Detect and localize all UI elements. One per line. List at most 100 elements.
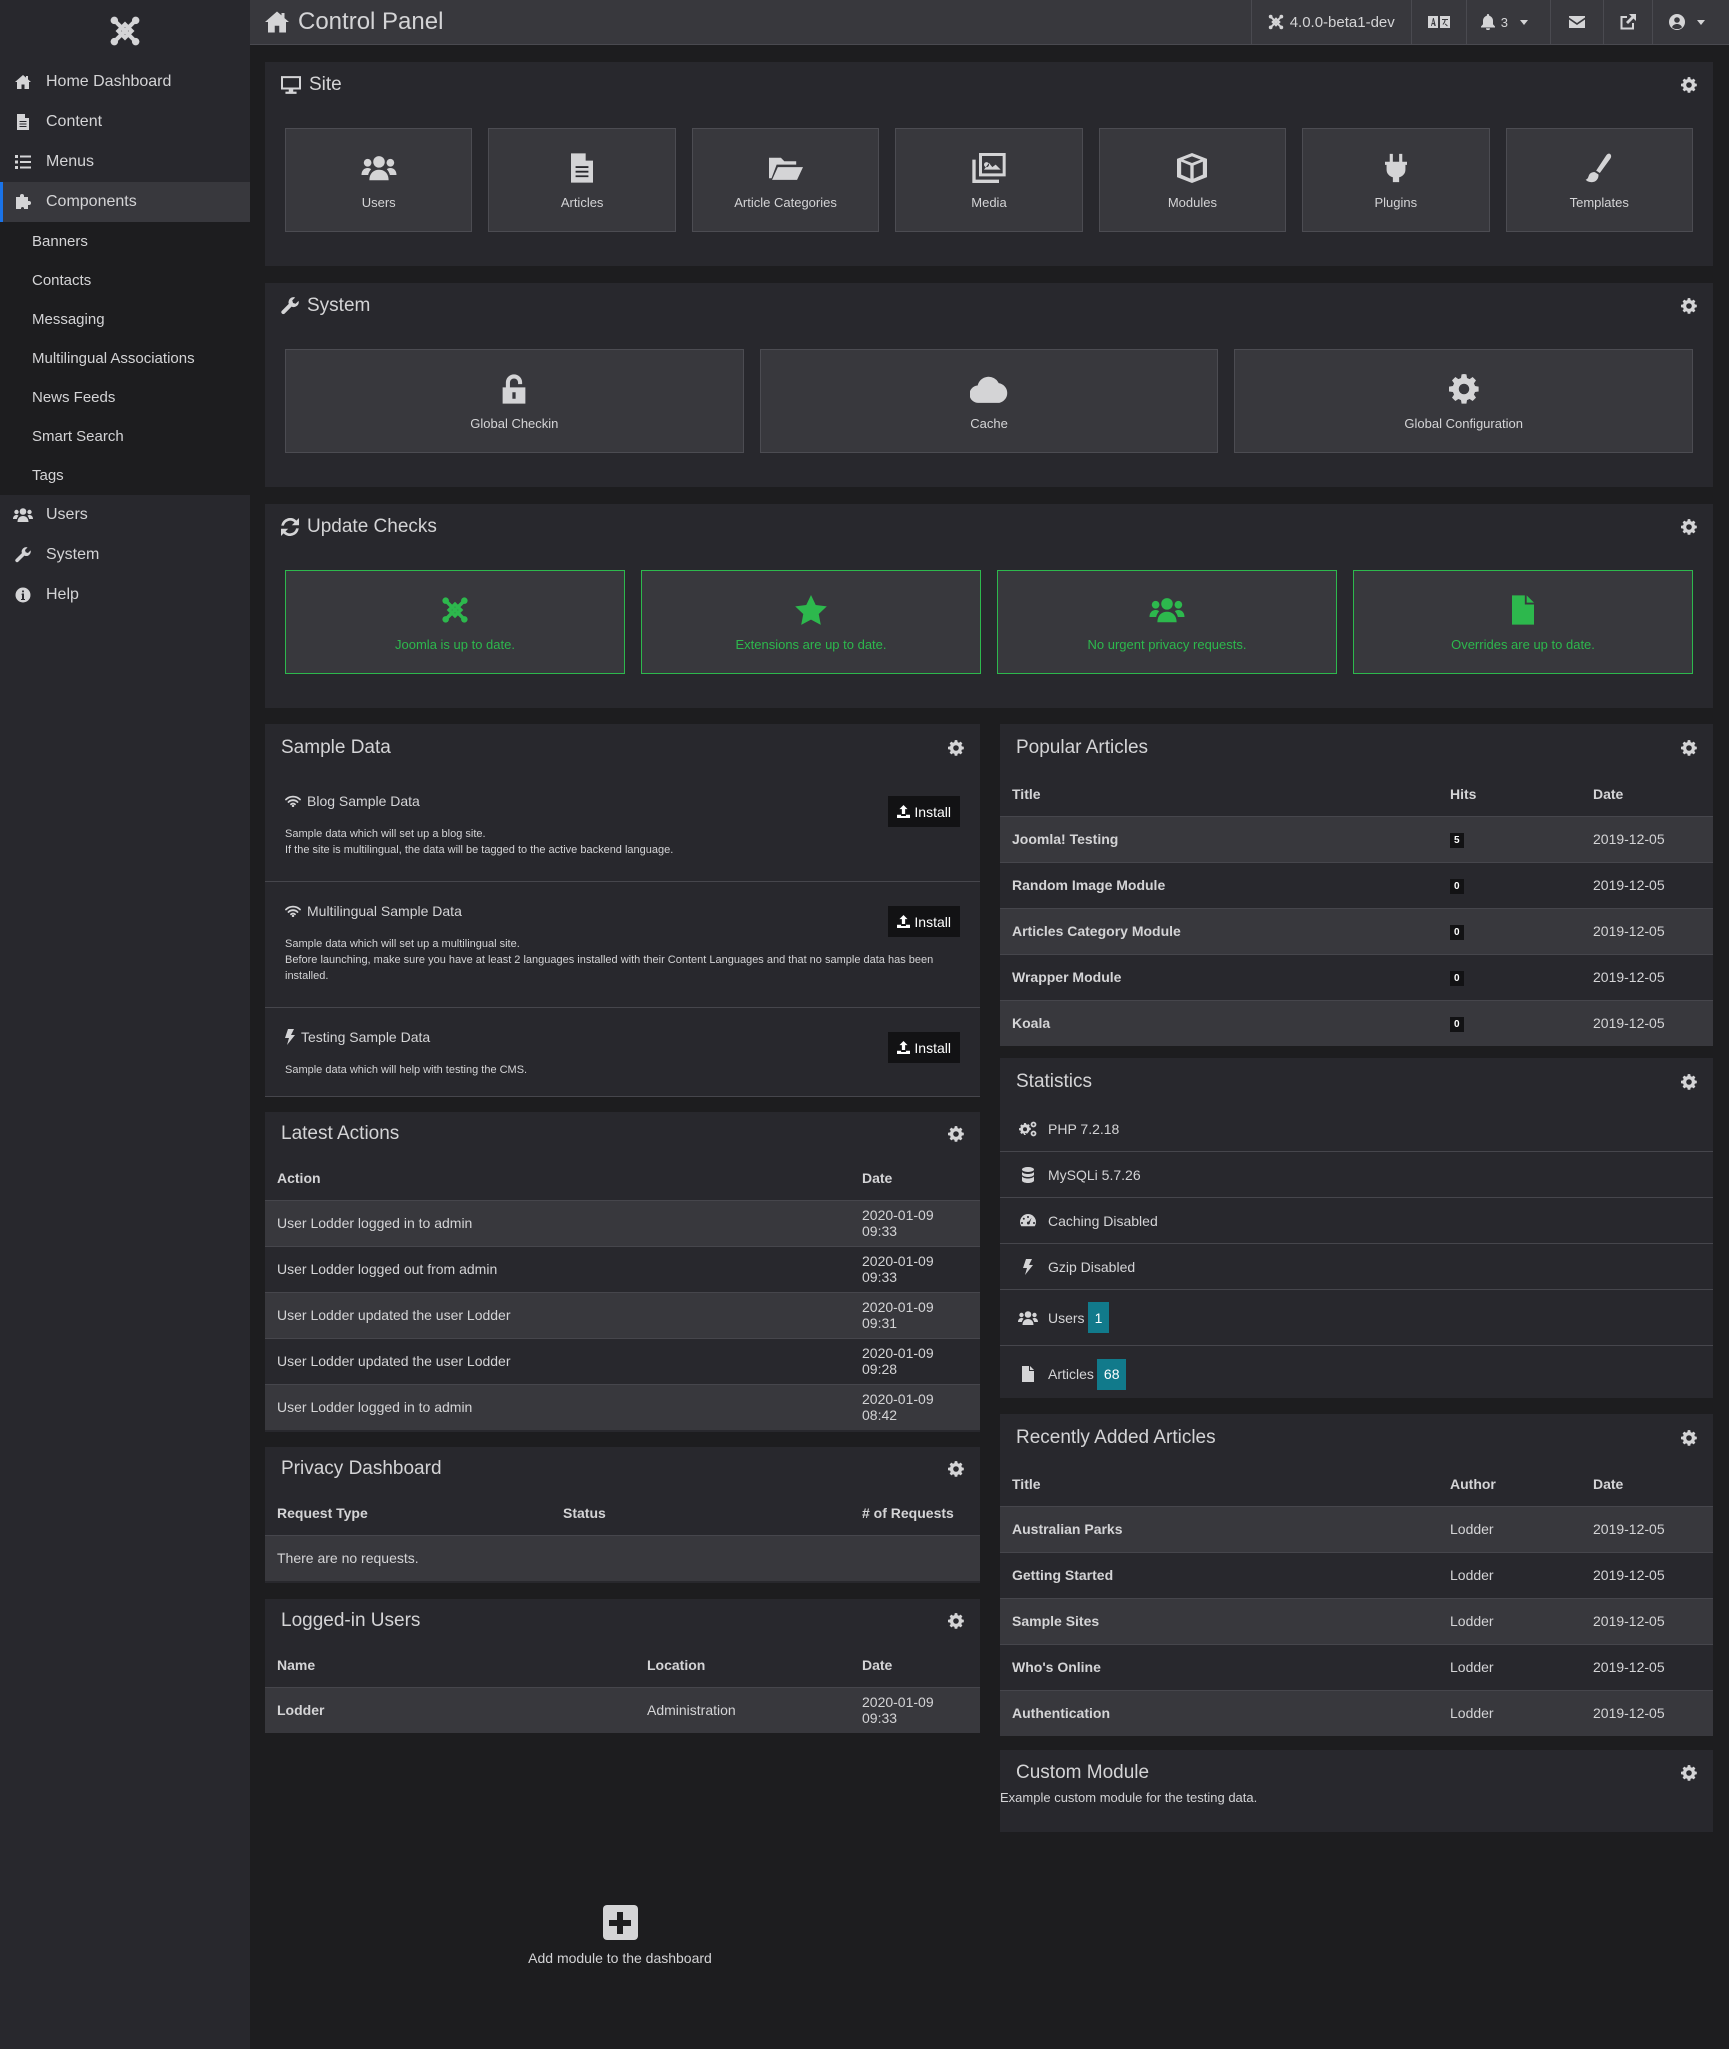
submenu-item-smart-search[interactable]: Smart Search: [0, 417, 250, 456]
date-cell: 2019-12-05: [1581, 1644, 1713, 1691]
user-menu-dropdown[interactable]: [1652, 0, 1729, 45]
privacy-table: Request Type Status # of Requests There …: [265, 1491, 980, 1581]
tile-cache[interactable]: Cache: [759, 349, 1219, 453]
column-header: Author: [1438, 1462, 1581, 1507]
column-header: Action: [265, 1156, 850, 1201]
tile-privacy-status[interactable]: No urgent privacy requests.: [997, 570, 1337, 674]
database-icon: [1018, 1167, 1038, 1183]
tile-global-configuration[interactable]: Global Configuration: [1234, 349, 1694, 453]
title-cell[interactable]: Articles Category Module: [1000, 908, 1438, 955]
sidebar-item-components[interactable]: Components: [0, 182, 250, 222]
sidebar-item-users[interactable]: Users: [0, 495, 250, 535]
submenu-item-contacts[interactable]: Contacts: [0, 261, 250, 300]
module-title: Recently Added Articles: [1016, 1427, 1216, 1448]
count-badge: 68: [1096, 1358, 1127, 1390]
user-circle-icon: [1669, 14, 1685, 30]
submenu-item-banners[interactable]: Banners: [0, 222, 250, 261]
install-button[interactable]: Install: [888, 906, 960, 937]
action-cell: User Lodder logged in to admin: [265, 1200, 850, 1247]
hits-cell: 0: [1438, 1000, 1581, 1046]
sidebar-item-help[interactable]: Help: [0, 575, 250, 615]
list-icon: [12, 154, 34, 170]
file-icon: [571, 151, 593, 185]
tile-modules[interactable]: Modules: [1098, 128, 1287, 232]
gear-icon[interactable]: [1681, 77, 1697, 93]
module-title: Privacy Dashboard: [281, 1458, 442, 1479]
title-cell[interactable]: Joomla! Testing: [1000, 816, 1438, 863]
gear-icon[interactable]: [948, 1613, 964, 1629]
info-icon: [12, 587, 34, 603]
tile-templates[interactable]: Templates: [1505, 128, 1693, 232]
tile-article-categories[interactable]: Article Categories: [691, 128, 880, 232]
upload-icon: [897, 1041, 910, 1054]
joomla-logo[interactable]: [0, 0, 250, 62]
gear-icon[interactable]: [1681, 298, 1697, 314]
table-row: Who's Online Lodder 2019-12-05: [1000, 1644, 1713, 1691]
sidebar-item-menus[interactable]: Menus: [0, 142, 250, 182]
table-row: User Lodder updated the user Lodder 2020-…: [265, 1292, 980, 1339]
upload-icon: [897, 805, 910, 818]
tile-articles[interactable]: Articles: [488, 128, 676, 232]
title-cell[interactable]: Authentication: [1000, 1690, 1438, 1736]
gear-icon[interactable]: [948, 1126, 964, 1142]
title-cell[interactable]: Getting Started: [1000, 1552, 1438, 1599]
submenu-item-tags[interactable]: Tags: [0, 456, 250, 495]
sample-data-item: Testing Sample Data Sample data which wi…: [265, 1008, 980, 1097]
tile-overrides-status[interactable]: Overrides are up to date.: [1353, 570, 1693, 674]
gear-icon[interactable]: [1681, 1430, 1697, 1446]
chevron-down-icon: [1697, 19, 1705, 25]
title-cell[interactable]: Sample Sites: [1000, 1598, 1438, 1645]
gear-icon[interactable]: [948, 1461, 964, 1477]
submenu-item-news-feeds[interactable]: News Feeds: [0, 378, 250, 417]
title-cell[interactable]: Random Image Module: [1000, 862, 1438, 909]
sidebar-item-system[interactable]: System: [0, 535, 250, 575]
tile-media[interactable]: Media: [895, 128, 1083, 232]
update-tiles: Joomla is up to date. Extensions are up …: [265, 550, 1713, 674]
install-button[interactable]: Install: [888, 1032, 960, 1063]
table-row: There are no requests.: [265, 1535, 980, 1581]
gear-icon[interactable]: [1681, 519, 1697, 535]
tile-global-checkin[interactable]: Global Checkin: [285, 349, 744, 453]
sidebar-item-home-dashboard[interactable]: Home Dashboard: [0, 62, 250, 102]
notifications-dropdown[interactable]: 3: [1465, 0, 1550, 45]
table-row: Random Image Module 0 2019-12-05: [1000, 862, 1713, 909]
sidebar-item-label: Users: [46, 506, 88, 523]
title-cell[interactable]: Australian Parks: [1000, 1506, 1438, 1553]
module-title: Custom Module: [1016, 1762, 1150, 1783]
title-cell[interactable]: Wrapper Module: [1000, 954, 1438, 1001]
title-cell[interactable]: Who's Online: [1000, 1644, 1438, 1691]
column-header: Date: [1581, 772, 1713, 817]
logged-in-users-table: Name Location Date Lodder Administration 2…: [265, 1643, 980, 1733]
install-button[interactable]: Install: [888, 796, 960, 827]
tile-plugins[interactable]: Plugins: [1302, 128, 1490, 232]
gear-icon[interactable]: [1681, 1765, 1697, 1781]
module-title: Update Checks: [281, 516, 437, 538]
tile-joomla-status[interactable]: Joomla is up to date.: [285, 570, 625, 674]
version-link[interactable]: 4.0.0-beta1-dev: [1250, 0, 1411, 45]
messages-button[interactable]: [1550, 0, 1603, 45]
sidebar: Home Dashboard Content Menus Components …: [0, 0, 250, 2049]
tile-extensions-status[interactable]: Extensions are up to date.: [641, 570, 981, 674]
privacy-dashboard-module: Privacy Dashboard Request Type Status # …: [265, 1447, 980, 1583]
gear-icon[interactable]: [1681, 1074, 1697, 1090]
name-cell[interactable]: Lodder: [265, 1687, 635, 1733]
logged-in-users-module: Logged-in Users Name Location Date Lodde…: [265, 1599, 980, 1733]
title-cell[interactable]: Koala: [1000, 1000, 1438, 1046]
multilingual-status-button[interactable]: [1410, 0, 1466, 45]
column-header: Date: [1581, 1462, 1713, 1507]
sidebar-item-content[interactable]: Content: [0, 102, 250, 142]
submenu-item-messaging[interactable]: Messaging: [0, 300, 250, 339]
gear-icon[interactable]: [948, 740, 964, 756]
cube-icon: [1177, 151, 1207, 185]
gear-icon[interactable]: [1681, 740, 1697, 756]
date-cell: 2020-01-09 09:28: [850, 1338, 980, 1385]
column-header: Request Type: [265, 1491, 551, 1536]
tile-users[interactable]: Users: [285, 128, 473, 232]
add-module-button[interactable]: Add module to the dashboard: [500, 1905, 740, 1966]
sample-data-module: Sample Data Blog Sample Data Sample data…: [265, 724, 980, 1097]
module-title: Site: [281, 74, 342, 96]
latest-actions-table: Action Date User Lodder logged in to adm…: [265, 1156, 980, 1430]
table-row: User Lodder logged in to admin 2020-01-09…: [265, 1384, 980, 1430]
view-site-button[interactable]: [1603, 0, 1652, 45]
submenu-item-multilingual-associations[interactable]: Multilingual Associations: [0, 339, 250, 378]
